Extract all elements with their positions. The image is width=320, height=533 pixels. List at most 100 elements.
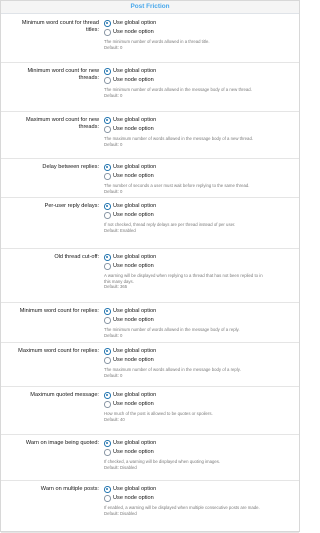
radio-label: Use global option [113, 392, 157, 398]
section-title: Post Friction [130, 3, 170, 10]
radio-use-global-option[interactable]: Use global option [104, 163, 296, 172]
radio-unchecked-icon[interactable] [104, 357, 111, 364]
radio-use-global-option[interactable]: Use global option [104, 485, 296, 494]
radio-use-node-option[interactable]: Use node option [104, 262, 296, 271]
option-controls: Use global option Use node option If check… [104, 439, 296, 470]
option-label-line: Old thread cut-off: [54, 254, 99, 260]
option-label: Delay between replies: [7, 164, 99, 171]
radio-checked-icon[interactable] [104, 117, 111, 124]
section-header: Post Friction [1, 1, 299, 14]
option-explain: How much of the post is allowed to be qu… [104, 411, 296, 422]
radio-use-node-option[interactable]: Use node option [104, 76, 296, 85]
radio-use-node-option[interactable]: Use node option [104, 316, 296, 325]
radio-label: Use node option [113, 29, 154, 35]
option-controls: Use global option Use node option The numb… [104, 163, 296, 194]
option-controls: Use global option Use node option If enabl… [104, 485, 296, 516]
radio-use-node-option[interactable]: Use node option [104, 448, 296, 457]
radio-label: Use global option [113, 348, 157, 354]
radio-use-node-option[interactable]: Use node option [104, 125, 296, 134]
radio-use-node-option[interactable]: Use node option [104, 494, 296, 503]
default-value: Default: 0 [104, 92, 123, 98]
radio-label: Use node option [113, 449, 154, 455]
radio-label: Use node option [113, 212, 154, 218]
radio-checked-icon[interactable] [104, 164, 111, 171]
radio-use-node-option[interactable]: Use node option [104, 400, 296, 409]
radio-label: Use global option [113, 254, 157, 260]
radio-use-global-option[interactable]: Use global option [104, 253, 296, 262]
radio-use-global-option[interactable]: Use global option [104, 347, 296, 356]
option-row: Maximum quoted message: Use global option… [1, 387, 299, 435]
radio-checked-icon[interactable] [104, 440, 111, 447]
radio-label: Use global option [113, 20, 157, 26]
radio-unchecked-icon[interactable] [104, 126, 111, 133]
radio-label: Use global option [113, 308, 157, 314]
radio-use-node-option[interactable]: Use node option [104, 28, 296, 37]
option-row: Delay between replies: Use global option U… [1, 159, 299, 198]
option-row: Warn on multiple posts: Use global option… [1, 481, 299, 533]
option-explain: The minimum number of words allowed in t… [104, 327, 296, 338]
radio-label: Use node option [113, 317, 154, 323]
radio-label: Use node option [113, 401, 154, 407]
radio-use-node-option[interactable]: Use node option [104, 356, 296, 365]
option-controls: Use global option Use node option The mini… [104, 67, 296, 98]
radio-checked-icon[interactable] [104, 68, 111, 75]
radio-checked-icon[interactable] [104, 203, 111, 210]
radio-unchecked-icon[interactable] [104, 401, 111, 408]
option-explain: If not checked, thread reply delays are … [104, 222, 296, 233]
radio-unchecked-icon[interactable] [104, 317, 111, 324]
radio-use-global-option[interactable]: Use global option [104, 202, 296, 211]
default-value: Default: 0 [104, 188, 123, 194]
radio-unchecked-icon[interactable] [104, 495, 111, 502]
option-explain: If checked, a warning will be displayed … [104, 459, 296, 470]
default-value: Default: 0 [104, 141, 123, 147]
radio-label: Use global option [113, 203, 157, 209]
radio-label: Use node option [113, 173, 154, 179]
radio-unchecked-icon[interactable] [104, 263, 111, 270]
radio-label: Use global option [113, 117, 157, 123]
option-label-line: Warn on image being quoted: [25, 440, 99, 446]
default-value: Default: Enabled [104, 227, 136, 233]
option-label: Maximum word count for replies: [7, 348, 99, 355]
radio-unchecked-icon[interactable] [104, 77, 111, 84]
option-label: Per-user reply delays: [7, 203, 99, 210]
radio-label: Use global option [113, 486, 157, 492]
option-label: Old thread cut-off: [7, 254, 99, 261]
radio-use-global-option[interactable]: Use global option [104, 67, 296, 76]
default-value: Default: Disabled [104, 464, 137, 470]
radio-use-node-option[interactable]: Use node option [104, 211, 296, 220]
option-label: Minimum word count for new threads: [7, 68, 99, 82]
radio-checked-icon[interactable] [104, 392, 111, 399]
radio-checked-icon[interactable] [104, 20, 111, 27]
radio-checked-icon[interactable] [104, 308, 111, 315]
radio-checked-icon[interactable] [104, 348, 111, 355]
radio-unchecked-icon[interactable] [104, 29, 111, 36]
radio-checked-icon[interactable] [104, 254, 111, 261]
radio-label: Use node option [113, 357, 154, 363]
option-row: Per-user reply delays: Use global option U… [1, 198, 299, 249]
option-label-line: Maximum quoted message: [30, 392, 99, 398]
option-label: Minimum word count for replies: [7, 308, 99, 315]
radio-use-global-option[interactable]: Use global option [104, 391, 296, 400]
option-label-line: threads: [78, 75, 99, 81]
radio-use-global-option[interactable]: Use global option [104, 19, 296, 28]
option-label-line: Maximum word count for new [25, 117, 99, 123]
radio-unchecked-icon[interactable] [104, 173, 111, 180]
radio-label: Use global option [113, 68, 157, 74]
radio-label: Use global option [113, 440, 157, 446]
option-controls: Use global option Use node option If not c… [104, 202, 296, 233]
option-label: Maximum quoted message: [7, 392, 99, 399]
option-label-line: threads: [78, 124, 99, 130]
option-row: Old thread cut-off: Use global option Use … [1, 249, 299, 303]
radio-use-node-option[interactable]: Use node option [104, 172, 296, 181]
option-explain: A warning will be displayed when replyin… [104, 273, 296, 290]
option-label: Warn on multiple posts: [7, 486, 99, 493]
radio-unchecked-icon[interactable] [104, 449, 111, 456]
option-label-line: Minimum word count for new [27, 68, 99, 74]
radio-use-global-option[interactable]: Use global option [104, 307, 296, 316]
radio-unchecked-icon[interactable] [104, 212, 111, 219]
option-row: Minimum word count for replies: Use globa… [1, 303, 299, 343]
default-value: Default: 0 [104, 372, 123, 378]
radio-use-global-option[interactable]: Use global option [104, 439, 296, 448]
radio-use-global-option[interactable]: Use global option [104, 116, 296, 125]
radio-checked-icon[interactable] [104, 486, 111, 493]
